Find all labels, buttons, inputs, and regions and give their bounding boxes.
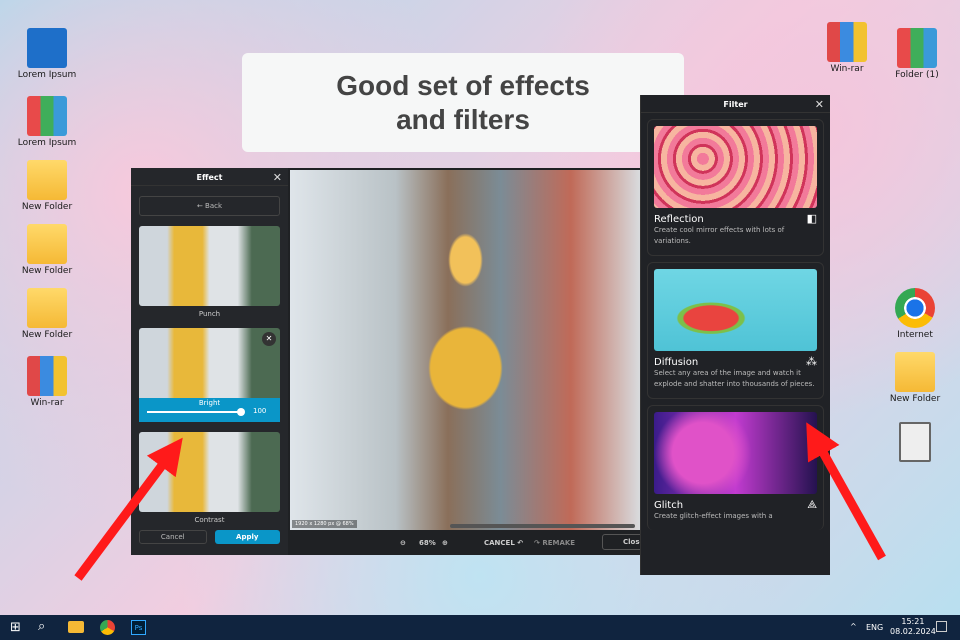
chrome-taskbar-icon[interactable] <box>100 620 115 635</box>
file-explorer-icon[interactable] <box>68 621 84 633</box>
search-icon[interactable]: ⌕ <box>38 619 45 634</box>
clock[interactable]: 15:21 08.02.2024 <box>890 617 936 637</box>
notifications-icon[interactable] <box>936 621 947 632</box>
taskbar: ⊞ ⌕ Ps ^ ENG 15:21 08.02.2024 <box>0 615 960 640</box>
chevron-up-icon[interactable]: ^ <box>850 622 857 631</box>
language-indicator[interactable]: ENG <box>866 623 883 632</box>
time: 15:21 <box>901 617 925 626</box>
date: 08.02.2024 <box>890 627 936 636</box>
red-arrow-right <box>806 422 886 561</box>
windows-start-icon[interactable]: ⊞ <box>10 620 21 635</box>
annotation-arrows <box>74 422 886 581</box>
red-arrow-left <box>74 437 183 581</box>
photoshop-icon[interactable]: Ps <box>131 620 146 635</box>
